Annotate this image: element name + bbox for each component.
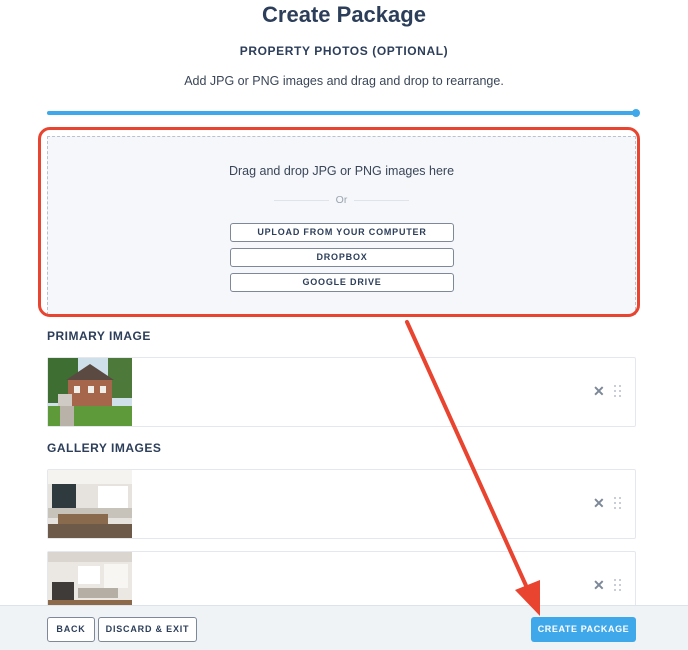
progress-fill	[47, 111, 636, 115]
create-package-button[interactable]: CREATE PACKAGE	[531, 617, 636, 642]
annotation-highlight-box	[38, 127, 640, 317]
footer-bar: BACK DISCARD & EXIT CREATE PACKAGE	[0, 605, 688, 650]
remove-gallery-image-close-icon[interactable]: ✕	[593, 496, 605, 510]
progress-knob	[632, 109, 640, 117]
primary-image-row[interactable]: ✕	[47, 357, 636, 427]
gallery-images-label: GALLERY IMAGES	[47, 441, 162, 455]
back-button[interactable]: BACK	[47, 617, 95, 642]
remove-gallery-image-close-icon[interactable]: ✕	[593, 578, 605, 592]
discard-exit-button[interactable]: DISCARD & EXIT	[98, 617, 197, 642]
step-subtitle: PROPERTY PHOTOS (OPTIONAL)	[239, 44, 449, 58]
step-description: Add JPG or PNG images and drag and drop …	[184, 74, 504, 88]
gallery-image-row[interactable]: ✕	[47, 469, 636, 539]
gallery-image-drag-handle-icon[interactable]	[614, 497, 622, 511]
page-title: Create Package	[262, 2, 426, 27]
progress-bar	[47, 109, 640, 117]
gallery-image-thumbnail	[48, 470, 132, 538]
gallery-image-drag-handle-icon[interactable]	[614, 579, 622, 593]
remove-primary-image-close-icon[interactable]: ✕	[593, 384, 605, 398]
primary-image-drag-handle-icon[interactable]	[614, 385, 622, 399]
primary-image-label: PRIMARY IMAGE	[47, 329, 151, 343]
primary-image-thumbnail	[48, 358, 132, 426]
